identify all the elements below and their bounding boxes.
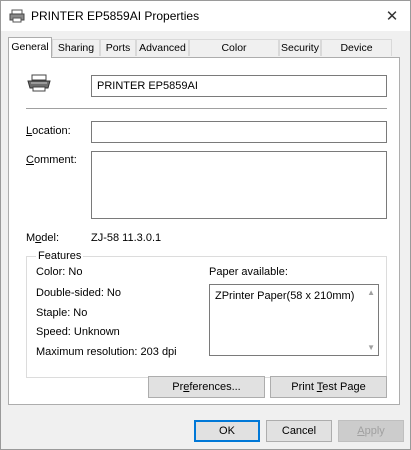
close-icon: ✕: [385, 8, 399, 25]
feature-speed: Speed: Unknown: [36, 326, 120, 338]
feature-double-sided: Double-sided: No: [36, 287, 121, 299]
properties-dialog: PRINTER EP5859AI Properties ✕ General Sh…: [0, 0, 411, 450]
printer-icon: [9, 9, 25, 23]
comment-input[interactable]: [91, 151, 387, 219]
divider: [26, 108, 387, 109]
tab-color-management[interactable]: Color Management: [189, 39, 279, 71]
scroll-down-icon[interactable]: ▼: [367, 343, 375, 352]
ok-button[interactable]: OK: [194, 420, 260, 442]
tab-security[interactable]: Security: [279, 39, 321, 56]
tab-ports[interactable]: Ports: [100, 39, 136, 56]
close-button[interactable]: ✕: [374, 1, 410, 31]
location-label: Location:: [26, 125, 71, 137]
preferences-button[interactable]: Preferences...: [148, 376, 265, 398]
feature-max-resolution: Maximum resolution: 203 dpi: [36, 346, 177, 358]
paper-listbox[interactable]: ZPrinter Paper(58 x 210mm) ▲ ▼: [209, 284, 379, 356]
features-title: Features: [36, 250, 84, 262]
print-test-page-button[interactable]: Print Test Page: [270, 376, 387, 398]
location-input[interactable]: [91, 121, 387, 143]
tab-device-settings[interactable]: Device Settings: [321, 39, 392, 71]
title-bar: PRINTER EP5859AI Properties ✕: [1, 1, 410, 31]
tab-sharing[interactable]: Sharing: [52, 39, 100, 56]
general-tab-panel: PRINTER EP5859AI Location: Comment: Mode…: [8, 57, 400, 405]
scroll-up-icon[interactable]: ▲: [367, 288, 375, 297]
cancel-button[interactable]: Cancel: [266, 420, 332, 442]
printer-name-field[interactable]: PRINTER EP5859AI: [91, 75, 387, 97]
apply-button[interactable]: Apply: [338, 420, 404, 442]
feature-color: Color: No: [36, 266, 83, 278]
model-label: Model:: [26, 232, 60, 244]
comment-label: Comment:: [26, 154, 77, 166]
paper-available-label: Paper available:: [209, 266, 288, 278]
printer-large-icon: [27, 74, 51, 95]
tab-advanced[interactable]: Advanced: [136, 39, 189, 56]
window-title: PRINTER EP5859AI Properties: [31, 9, 200, 23]
model-value: ZJ-58 11.3.0.1: [91, 232, 162, 244]
list-item[interactable]: ZPrinter Paper(58 x 210mm): [215, 290, 354, 302]
feature-staple: Staple: No: [36, 307, 88, 319]
tab-general[interactable]: General: [8, 37, 52, 58]
